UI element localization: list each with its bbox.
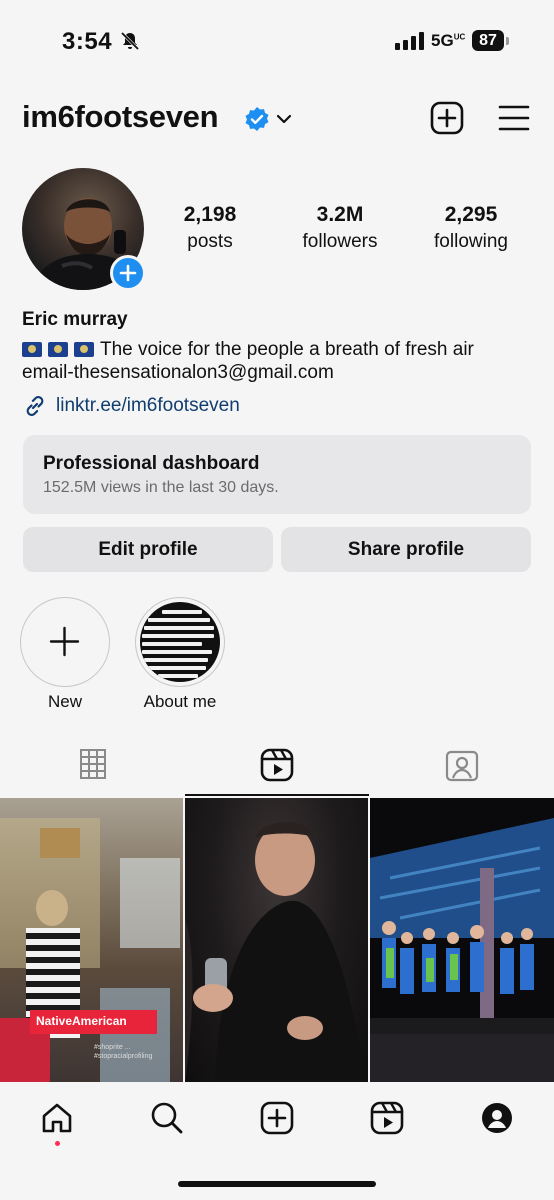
reel-overlay-text: NativeAmerican (30, 1010, 157, 1034)
dashboard-title: Professional dashboard (43, 453, 260, 474)
flag-emoji-icon (48, 342, 68, 357)
battery-tip (506, 37, 509, 45)
posts-stat[interactable]: 2,198 posts (150, 203, 270, 253)
bio-text: The voice for the people a breath of fre… (100, 339, 474, 360)
highlight-label-about-me: About me (143, 692, 217, 711)
plus-icon (49, 626, 80, 657)
following-stat[interactable]: 2,295 following (411, 203, 531, 253)
network-type: 5GUC (431, 31, 466, 50)
status-bar: 3:54 5GUC 87 (0, 0, 554, 80)
professional-dashboard-card[interactable]: Professional dashboard 152.5M views in t… (23, 435, 531, 514)
reel-thumbnail[interactable]: NativeAmerican #shoprite ... #stopracial… (0, 798, 183, 1082)
new-highlight-label: New (47, 692, 82, 711)
bio-link-text: linktr.ee/im6footseven (56, 395, 240, 416)
followers-label: followers (302, 231, 378, 252)
posts-count: 2,198 (183, 203, 237, 226)
cellular-signal-icon (395, 32, 424, 50)
highlight-cover-image (140, 602, 220, 682)
followers-count: 3.2M (316, 203, 364, 226)
display-name: Eric murray (22, 309, 128, 330)
bio-line: The voice for the people a breath of fre… (22, 337, 474, 362)
home-notification-dot (55, 1141, 60, 1146)
create-plus-square-icon[interactable] (430, 101, 464, 140)
home-icon[interactable] (40, 1101, 74, 1140)
tab-tagged-icon[interactable] (445, 748, 479, 787)
verified-badge-icon (244, 106, 270, 137)
status-time: 3:54 (62, 28, 113, 55)
reel-hashtags: #shoprite ... #stopracialprofiling (94, 1044, 153, 1060)
bio-email: email-thesensationalon3@gmail.com (22, 362, 334, 383)
home-indicator (178, 1181, 376, 1187)
silent-bell-icon (120, 31, 140, 56)
followers-stat[interactable]: 3.2M followers (280, 203, 400, 253)
reel-thumbnail[interactable] (185, 798, 368, 1082)
bio-link[interactable]: linktr.ee/im6footseven (22, 393, 240, 419)
battery-level: 87 (472, 30, 504, 51)
account-switcher-chevron-icon[interactable] (276, 112, 292, 130)
following-count: 2,295 (444, 203, 498, 226)
edit-profile-button[interactable]: Edit profile (23, 527, 273, 572)
tab-reels-icon[interactable] (260, 748, 294, 787)
posts-label: posts (187, 231, 233, 252)
profile-icon[interactable] (480, 1101, 514, 1140)
link-icon (26, 396, 44, 416)
add-story-plus-icon[interactable] (110, 255, 146, 291)
dashboard-subtitle: 152.5M views in the last 30 days. (43, 479, 279, 496)
flag-emoji-icon (22, 342, 42, 357)
flag-emoji-icon (74, 342, 94, 357)
reel-thumbnail[interactable] (370, 798, 554, 1082)
create-icon[interactable] (260, 1101, 294, 1140)
following-label: following (434, 231, 508, 252)
profile-username[interactable]: im6footseven (22, 99, 219, 135)
tab-grid-icon[interactable] (79, 748, 107, 785)
new-highlight-button[interactable] (20, 597, 110, 687)
active-tab-indicator (185, 794, 369, 796)
share-profile-button[interactable]: Share profile (281, 527, 531, 572)
search-icon[interactable] (150, 1101, 184, 1140)
reels-icon[interactable] (370, 1101, 404, 1140)
hamburger-menu-icon[interactable] (498, 104, 530, 137)
